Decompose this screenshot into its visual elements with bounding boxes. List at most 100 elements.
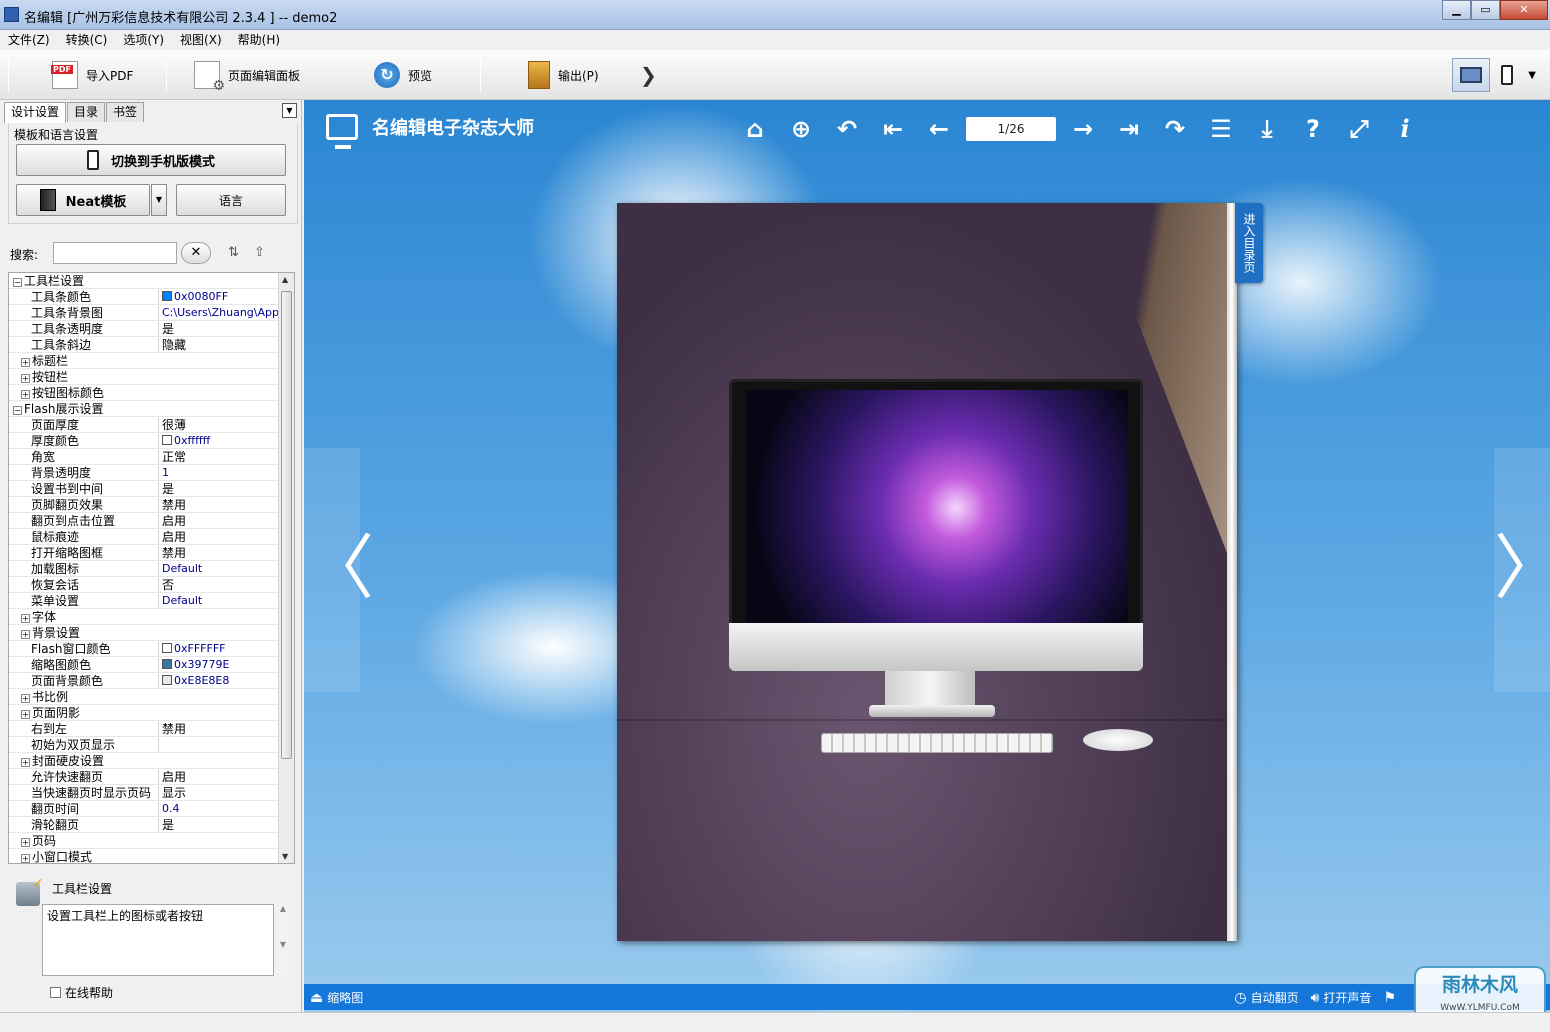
template-button[interactable]: Neat模板 (16, 184, 150, 216)
expand-icon[interactable]: + (21, 358, 30, 367)
device-dropdown-icon[interactable]: ▼ (1528, 70, 1536, 81)
scrollbar-thumb[interactable] (281, 291, 292, 759)
property-value[interactable]: 是 (159, 321, 294, 336)
property-row[interactable]: 翻页到点击位置 启用 (9, 513, 294, 529)
thumbnails-button[interactable]: ⏏ 缩略图 (310, 989, 363, 1006)
property-row[interactable]: 工具条斜边 隐藏 (9, 337, 294, 353)
property-row[interactable]: 页面背景颜色 0xE8E8E8 (9, 673, 294, 689)
expand-icon[interactable]: + (21, 758, 30, 767)
property-value[interactable]: 0.4 (159, 801, 294, 816)
property-row[interactable]: 滑轮翻页 是 (9, 817, 294, 833)
property-row[interactable]: 工具条背景图 C:\Users\Zhuang\App... (9, 305, 294, 321)
property-value[interactable]: C:\Users\Zhuang\App... (159, 305, 294, 320)
last-page-icon[interactable]: ⇥ (1106, 114, 1152, 144)
property-group-row[interactable]: + 按钮栏 (9, 369, 294, 385)
property-row[interactable]: 初始为双页显示 (9, 737, 294, 753)
property-row[interactable]: 当快速翻页时显示页码 显示 (9, 785, 294, 801)
property-group-row[interactable]: + 封面硬皮设置 (9, 753, 294, 769)
close-button[interactable]: ✕ (1500, 0, 1548, 20)
home-icon[interactable]: ⌂ (732, 114, 778, 144)
page-editor-button[interactable]: 页面编辑面板 (194, 58, 300, 94)
first-page-icon[interactable]: ⇤ (870, 114, 916, 144)
page-indicator[interactable]: 1/26 (966, 117, 1056, 141)
forward-icon[interactable]: ↷ (1152, 114, 1198, 144)
property-value[interactable]: 0xFFFFFF (159, 641, 294, 656)
property-row[interactable]: Flash窗口颜色 0xFFFFFF (9, 641, 294, 657)
sound-button[interactable]: 🔊︎ 打开声音 (1311, 989, 1372, 1006)
next-page-arrow[interactable]: 〉 (1494, 448, 1550, 692)
help-scrollbar[interactable]: ▲ ▼ (276, 904, 290, 976)
fullscreen-icon[interactable]: ⤢ (1336, 114, 1382, 144)
template-dropdown-button[interactable]: ▼ (151, 184, 167, 216)
property-group-row[interactable]: + 标题栏 (9, 353, 294, 369)
property-value[interactable]: 禁用 (159, 721, 294, 736)
property-group-row[interactable]: + 字体 (9, 609, 294, 625)
property-group-row[interactable]: + 页码 (9, 833, 294, 849)
property-value[interactable]: 是 (159, 817, 294, 832)
desktop-mode-button[interactable] (1452, 58, 1491, 92)
property-group-row[interactable]: + 按钮图标颜色 (9, 385, 294, 401)
property-row[interactable]: 厚度颜色 0xffffff (9, 433, 294, 449)
property-group-row[interactable]: + 书比例 (9, 689, 294, 705)
clear-search-button[interactable]: ✕ (181, 242, 211, 264)
property-row[interactable]: 翻页时间 0.4 (9, 801, 294, 817)
menu-options[interactable]: 选项(Y) (123, 30, 164, 50)
list-icon[interactable]: ☰ (1198, 114, 1244, 144)
property-row[interactable]: 设置书到中间 是 (9, 481, 294, 497)
property-group-row[interactable]: + 页面阴影 (9, 705, 294, 721)
tab-design-settings[interactable]: 设计设置 (4, 102, 67, 123)
zoom-in-icon[interactable]: ⊕ (778, 114, 824, 144)
tab-bookmarks[interactable]: 书签 (106, 102, 145, 122)
expand-icon[interactable]: + (21, 374, 30, 383)
import-pdf-button[interactable]: 导入PDF (51, 58, 133, 92)
property-value[interactable]: 很薄 (159, 417, 294, 432)
property-value[interactable]: 隐藏 (159, 337, 294, 352)
collapse-icon[interactable]: − (13, 278, 22, 287)
expand-icon[interactable]: + (21, 838, 30, 847)
property-value[interactable]: 启用 (159, 513, 294, 528)
auto-flip-button[interactable]: ◷ 自动翻页 (1234, 989, 1298, 1006)
property-value[interactable] (159, 737, 294, 752)
more-button[interactable]: ❯ (640, 58, 657, 92)
expand-icon[interactable]: + (21, 630, 30, 639)
minimize-button[interactable]: ▁ (1442, 0, 1471, 20)
property-value[interactable]: 是 (159, 481, 294, 496)
mobile-mode-button[interactable] (1494, 58, 1520, 92)
property-row[interactable]: 允许快速翻页 启用 (9, 769, 294, 785)
property-group-row[interactable]: − 工具栏设置 (9, 273, 294, 289)
previous-page-arrow[interactable]: 〈 (304, 448, 374, 692)
property-row[interactable]: 鼠标痕迹 启用 (9, 529, 294, 545)
property-value[interactable]: 启用 (159, 769, 294, 784)
property-value[interactable]: 正常 (159, 449, 294, 464)
expand-icon[interactable]: + (21, 614, 30, 623)
download-icon[interactable]: ⤓ (1244, 114, 1290, 144)
next-page-icon[interactable]: → (1060, 114, 1106, 144)
property-value[interactable]: 0xffffff (159, 433, 294, 448)
toc-tab[interactable]: 进入目录页 (1235, 203, 1263, 283)
property-row[interactable]: 缩略图颜色 0x39779E (9, 657, 294, 673)
preview-button[interactable]: ↻ 预览 (374, 58, 432, 92)
collapse-icon[interactable]: − (13, 406, 22, 415)
property-group-row[interactable]: + 背景设置 (9, 625, 294, 641)
language-button[interactable]: 语言 (176, 184, 286, 216)
property-row[interactable]: 工具条透明度 是 (9, 321, 294, 337)
menu-view[interactable]: 视图(X) (180, 30, 222, 50)
property-value[interactable]: 0x0080FF (159, 289, 294, 304)
tab-toc[interactable]: 目录 (67, 102, 106, 122)
property-value[interactable]: 禁用 (159, 545, 294, 560)
flag-button[interactable]: ⚑ (1383, 990, 1400, 1006)
sort-ascending-icon[interactable]: ⇅ (228, 245, 239, 260)
property-group-row[interactable]: + 小窗口模式 (9, 849, 294, 863)
panel-dropdown-button[interactable]: ▼ (282, 103, 297, 118)
menu-convert[interactable]: 转换(C) (66, 30, 108, 50)
menu-help[interactable]: 帮助(H) (238, 30, 280, 50)
property-value[interactable]: 显示 (159, 785, 294, 800)
property-row[interactable]: 加载图标 Default (9, 561, 294, 577)
scroll-up-icon[interactable]: ▲ (282, 275, 288, 284)
property-value[interactable]: Default (159, 561, 294, 576)
back-icon[interactable]: ↶ (824, 114, 870, 144)
expand-icon[interactable]: + (21, 390, 30, 399)
maximize-button[interactable]: ▭ (1471, 0, 1500, 20)
property-row[interactable]: 角宽 正常 (9, 449, 294, 465)
property-value[interactable]: 0x39779E (159, 657, 294, 672)
